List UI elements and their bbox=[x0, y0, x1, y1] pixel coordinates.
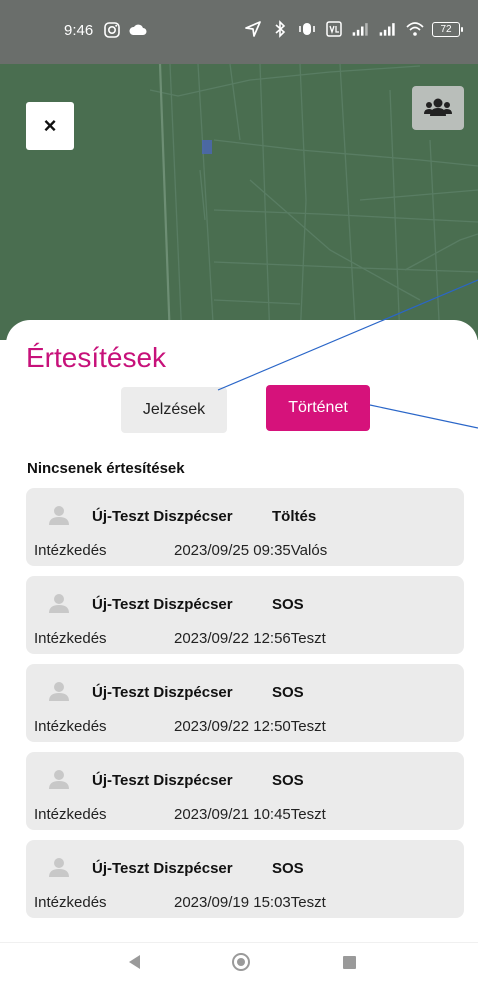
notification-date-status: 2023/09/22 12:56Teszt bbox=[174, 630, 326, 647]
notification-status: Teszt bbox=[290, 806, 326, 823]
close-icon: × bbox=[43, 113, 57, 138]
cloud-icon bbox=[129, 24, 147, 35]
notification-date: 2023/09/25 09:35 bbox=[174, 542, 291, 559]
notification-status: Teszt bbox=[290, 630, 326, 647]
recent-apps-icon[interactable] bbox=[343, 956, 356, 969]
avatar-icon bbox=[49, 770, 69, 789]
notification-date: 2023/09/19 15:03 bbox=[174, 894, 291, 911]
notification-sender: Új-Teszt Diszpécser bbox=[92, 772, 233, 789]
notification-action: Intézkedés bbox=[34, 894, 107, 911]
notification-date-status: 2023/09/19 15:03Teszt bbox=[174, 894, 326, 911]
tab-jelzesek[interactable]: Jelzések bbox=[121, 387, 227, 433]
notification-status: Teszt bbox=[290, 718, 326, 735]
wifi-icon bbox=[406, 22, 424, 36]
empty-notifications-label: Nincsenek értesítések bbox=[27, 460, 185, 477]
home-icon[interactable] bbox=[232, 953, 250, 971]
notification-status: Valós bbox=[290, 542, 328, 559]
notification-date-status: 2023/09/22 12:50Teszt bbox=[174, 718, 326, 735]
notification-status: Teszt bbox=[290, 894, 326, 911]
avatar-icon bbox=[49, 858, 69, 877]
notification-type: SOS bbox=[272, 596, 304, 613]
notification-card[interactable]: Új-Teszt Diszpécser Töltés Intézkedés 20… bbox=[26, 488, 464, 566]
avatar-icon bbox=[49, 682, 69, 701]
status-bar: 9:46 72 bbox=[0, 0, 478, 64]
notification-date: 2023/09/22 12:56 bbox=[174, 630, 291, 647]
location-arrow-icon bbox=[245, 21, 261, 37]
notification-sender: Új-Teszt Diszpécser bbox=[92, 508, 233, 525]
notification-type: SOS bbox=[272, 684, 304, 701]
notification-date: 2023/09/21 10:45 bbox=[174, 806, 291, 823]
notification-action: Intézkedés bbox=[34, 806, 107, 823]
notification-card[interactable]: Új-Teszt Diszpécser SOS Intézkedés 2023/… bbox=[26, 576, 464, 654]
notification-action: Intézkedés bbox=[34, 630, 107, 647]
close-button[interactable]: × bbox=[26, 102, 74, 150]
notification-date-status: 2023/09/25 09:35Valós bbox=[174, 542, 327, 559]
bluetooth-icon bbox=[275, 20, 286, 38]
notification-type: SOS bbox=[272, 772, 304, 789]
notification-sender: Új-Teszt Diszpécser bbox=[92, 596, 233, 613]
notification-date-status: 2023/09/21 10:45Teszt bbox=[174, 806, 326, 823]
notification-date: 2023/09/22 12:50 bbox=[174, 718, 291, 735]
instagram-icon bbox=[104, 22, 120, 38]
notification-card[interactable]: Új-Teszt Diszpécser SOS Intézkedés 2023/… bbox=[26, 840, 464, 918]
group-users-button[interactable] bbox=[412, 86, 464, 130]
group-users-icon bbox=[424, 98, 452, 116]
tab-tortenet[interactable]: Történet bbox=[266, 385, 370, 431]
system-nav-bar bbox=[0, 942, 478, 982]
avatar-icon bbox=[49, 506, 69, 525]
battery-icon: 72 bbox=[432, 21, 463, 37]
back-icon[interactable] bbox=[129, 955, 140, 969]
signal-icon bbox=[352, 23, 368, 36]
battery-level: 72 bbox=[440, 23, 452, 35]
notification-type: SOS bbox=[272, 860, 304, 877]
vibrate-icon bbox=[299, 23, 315, 35]
notification-sender: Új-Teszt Diszpécser bbox=[92, 684, 233, 701]
status-time: 9:46 bbox=[64, 22, 94, 39]
notification-type: Töltés bbox=[272, 508, 317, 525]
signal-icon bbox=[379, 23, 395, 36]
page-title: Értesítések bbox=[26, 342, 167, 373]
avatar-icon bbox=[49, 594, 69, 613]
notification-action: Intézkedés bbox=[34, 718, 107, 735]
volte-icon bbox=[326, 21, 342, 37]
notification-sender: Új-Teszt Diszpécser bbox=[92, 860, 233, 877]
notification-card[interactable]: Új-Teszt Diszpécser SOS Intézkedés 2023/… bbox=[26, 752, 464, 830]
notification-action: Intézkedés bbox=[34, 542, 107, 559]
notification-card[interactable]: Új-Teszt Diszpécser SOS Intézkedés 2023/… bbox=[26, 664, 464, 742]
